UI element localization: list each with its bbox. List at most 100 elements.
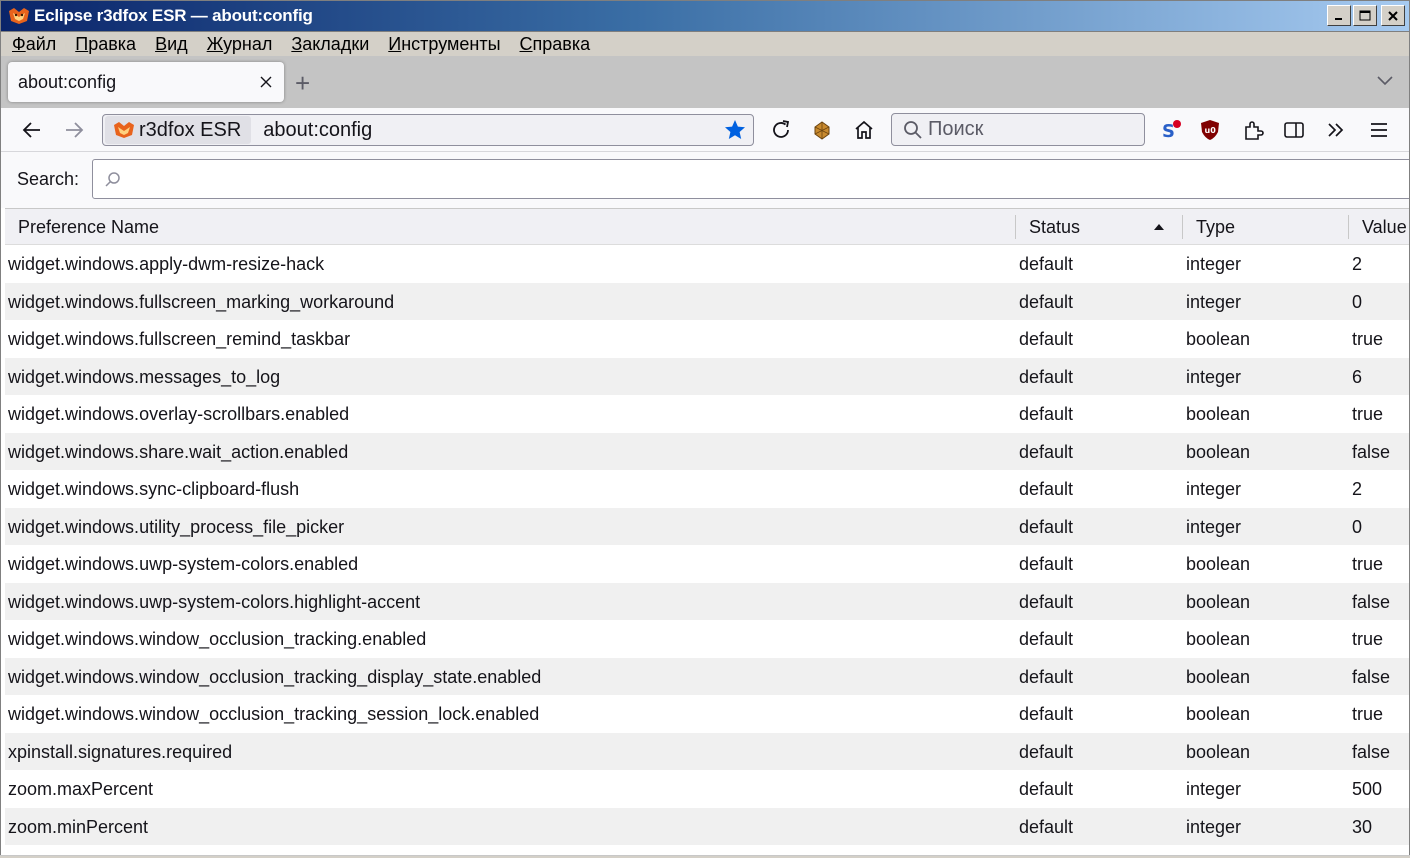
table-row[interactable]: widget.windows.share.wait_action.enabled… bbox=[5, 432, 1409, 470]
table-row[interactable]: widget.windows.utility_process_file_pick… bbox=[5, 507, 1409, 545]
pref-value[interactable]: 6 bbox=[1352, 367, 1362, 388]
identity-box[interactable]: r3dfox ESR bbox=[105, 116, 252, 144]
tab-close-button[interactable] bbox=[260, 71, 272, 94]
back-button[interactable] bbox=[20, 118, 44, 142]
pref-value[interactable]: false bbox=[1352, 667, 1390, 688]
pref-value[interactable]: true bbox=[1352, 554, 1383, 575]
pref-value[interactable]: 30 bbox=[1352, 817, 1372, 838]
ublock-icon: u0 bbox=[1201, 120, 1219, 140]
tab-list-button[interactable] bbox=[1377, 70, 1393, 91]
pref-value[interactable]: 500 bbox=[1352, 779, 1382, 800]
overflow-button[interactable] bbox=[1324, 118, 1348, 142]
home-button[interactable] bbox=[852, 118, 876, 142]
menu-item-5[interactable]: Инструменты bbox=[377, 34, 508, 55]
pref-value[interactable]: 2 bbox=[1352, 479, 1362, 500]
column-divider[interactable] bbox=[1348, 215, 1349, 239]
pref-name: widget.windows.overlay-scrollbars.enable… bbox=[8, 404, 350, 424]
pref-status: default bbox=[1019, 816, 1074, 837]
identity-label: r3dfox ESR bbox=[139, 118, 242, 141]
menu-accelerator: Ж bbox=[206, 33, 224, 54]
table-row[interactable]: xpinstall.signatures.required default bool… bbox=[5, 732, 1409, 770]
pref-name: widget.windows.window_occlusion_tracking… bbox=[8, 666, 542, 687]
pref-value[interactable]: false bbox=[1352, 742, 1390, 763]
pref-type: integer bbox=[1186, 366, 1242, 387]
pref-status: default bbox=[1019, 441, 1074, 462]
pref-type: boolean bbox=[1186, 666, 1251, 687]
column-header-status[interactable]: Status bbox=[1029, 217, 1080, 238]
menu-item-4[interactable]: Закладки bbox=[280, 34, 377, 55]
maximize-button[interactable] bbox=[1353, 5, 1377, 26]
pref-name: xpinstall.signatures.required bbox=[8, 741, 233, 762]
pref-value[interactable]: true bbox=[1352, 404, 1383, 425]
reload-button[interactable] bbox=[769, 118, 793, 142]
pref-value[interactable]: true bbox=[1352, 629, 1383, 650]
pref-value[interactable]: false bbox=[1352, 592, 1390, 613]
column-header-type[interactable]: Type bbox=[1196, 217, 1235, 238]
search-placeholder: Поиск bbox=[928, 118, 984, 140]
pref-name: widget.windows.share.wait_action.enabled bbox=[8, 441, 349, 462]
extension-button[interactable] bbox=[810, 118, 834, 142]
pref-type: boolean bbox=[1186, 704, 1251, 724]
table-row[interactable]: widget.windows.window_occlusion_tracking… bbox=[5, 695, 1409, 733]
menu-label-rest: акладки bbox=[302, 33, 370, 54]
table-row[interactable]: zoom.minPercent default integer 30 bbox=[5, 807, 1409, 845]
window-border-left bbox=[0, 32, 1, 858]
pref-value[interactable]: true bbox=[1352, 329, 1383, 350]
close-icon bbox=[260, 76, 272, 88]
url-bar[interactable]: r3dfox ESR about:config bbox=[102, 114, 754, 146]
pref-type: boolean bbox=[1186, 741, 1251, 762]
web-search-bar[interactable]: Поиск bbox=[891, 113, 1145, 146]
tab-about-config[interactable]: about:config bbox=[8, 62, 284, 102]
preferences-table: Preference Name Status Type Value widget… bbox=[5, 208, 1409, 845]
table-row[interactable]: widget.windows.window_occlusion_tracking… bbox=[5, 657, 1409, 695]
column-header-name[interactable]: Preference Name bbox=[18, 217, 159, 238]
table-row[interactable]: widget.windows.overlay-scrollbars.enable… bbox=[5, 395, 1409, 433]
minimize-button[interactable] bbox=[1327, 5, 1351, 26]
browser-logo-icon bbox=[114, 122, 134, 138]
sidebar-button[interactable] bbox=[1282, 118, 1306, 142]
menu-item-0[interactable]: Файл bbox=[1, 34, 64, 55]
table-row[interactable]: widget.windows.messages_to_log default int… bbox=[5, 357, 1409, 395]
column-header-value[interactable]: Value bbox=[1362, 217, 1407, 238]
menu-item-1[interactable]: Правка bbox=[64, 34, 144, 55]
column-divider[interactable] bbox=[1015, 215, 1016, 239]
new-tab-button[interactable]: + bbox=[295, 68, 310, 99]
pref-status: default bbox=[1019, 741, 1074, 762]
menu-item-3[interactable]: Журнал bbox=[196, 34, 281, 55]
column-divider[interactable] bbox=[1182, 215, 1183, 239]
about-config-page: Search: Preference Name Status Type Valu… bbox=[1, 152, 1409, 858]
ublock-button[interactable]: u0 bbox=[1198, 118, 1222, 142]
close-window-button[interactable] bbox=[1381, 5, 1405, 26]
table-row[interactable]: widget.windows.apply-dwm-resize-hack defa… bbox=[5, 245, 1409, 283]
url-text[interactable]: about:config bbox=[263, 119, 372, 142]
app-menu-button[interactable] bbox=[1367, 118, 1391, 142]
table-row[interactable]: zoom.maxPercent default integer 500 bbox=[5, 770, 1409, 808]
extensions-button[interactable] bbox=[1241, 118, 1265, 142]
menu-label-rest: равка bbox=[88, 33, 137, 54]
pref-type: integer bbox=[1186, 779, 1242, 799]
pref-value[interactable]: false bbox=[1352, 442, 1390, 463]
title-bar[interactable]: Eclipse r3dfox ESR — about:config bbox=[0, 0, 1410, 32]
config-search-label: Search: bbox=[17, 169, 80, 189]
menu-item-2[interactable]: Вид bbox=[144, 34, 196, 55]
table-row[interactable]: widget.windows.uwp-system-colors.enabled… bbox=[5, 545, 1409, 583]
table-row[interactable]: widget.windows.uwp-system-colors.highlig… bbox=[5, 582, 1409, 620]
table-row[interactable]: widget.windows.sync-clipboard-flush defau… bbox=[5, 470, 1409, 508]
pref-value[interactable]: 0 bbox=[1352, 517, 1362, 538]
config-search-input[interactable] bbox=[92, 159, 1409, 199]
pref-status: default bbox=[1019, 704, 1074, 724]
forward-button[interactable] bbox=[62, 118, 86, 142]
bookmark-star-button[interactable] bbox=[723, 118, 747, 147]
back-icon bbox=[22, 122, 40, 138]
pref-value[interactable]: true bbox=[1352, 704, 1383, 725]
menu-accelerator: П bbox=[75, 33, 89, 54]
maximize-icon bbox=[1359, 10, 1371, 21]
table-row[interactable]: widget.windows.fullscreen_marking_workar… bbox=[5, 282, 1409, 320]
pref-value[interactable]: 0 bbox=[1352, 292, 1362, 313]
table-row[interactable]: widget.windows.fullscreen_remind_taskbar… bbox=[5, 320, 1409, 358]
table-row[interactable]: widget.windows.window_occlusion_tracking… bbox=[5, 620, 1409, 658]
sync-button[interactable]: S bbox=[1159, 118, 1183, 142]
menu-item-6[interactable]: Справка bbox=[509, 34, 599, 55]
pref-name: zoom.maxPercent bbox=[8, 779, 154, 799]
pref-value[interactable]: 2 bbox=[1352, 254, 1362, 275]
